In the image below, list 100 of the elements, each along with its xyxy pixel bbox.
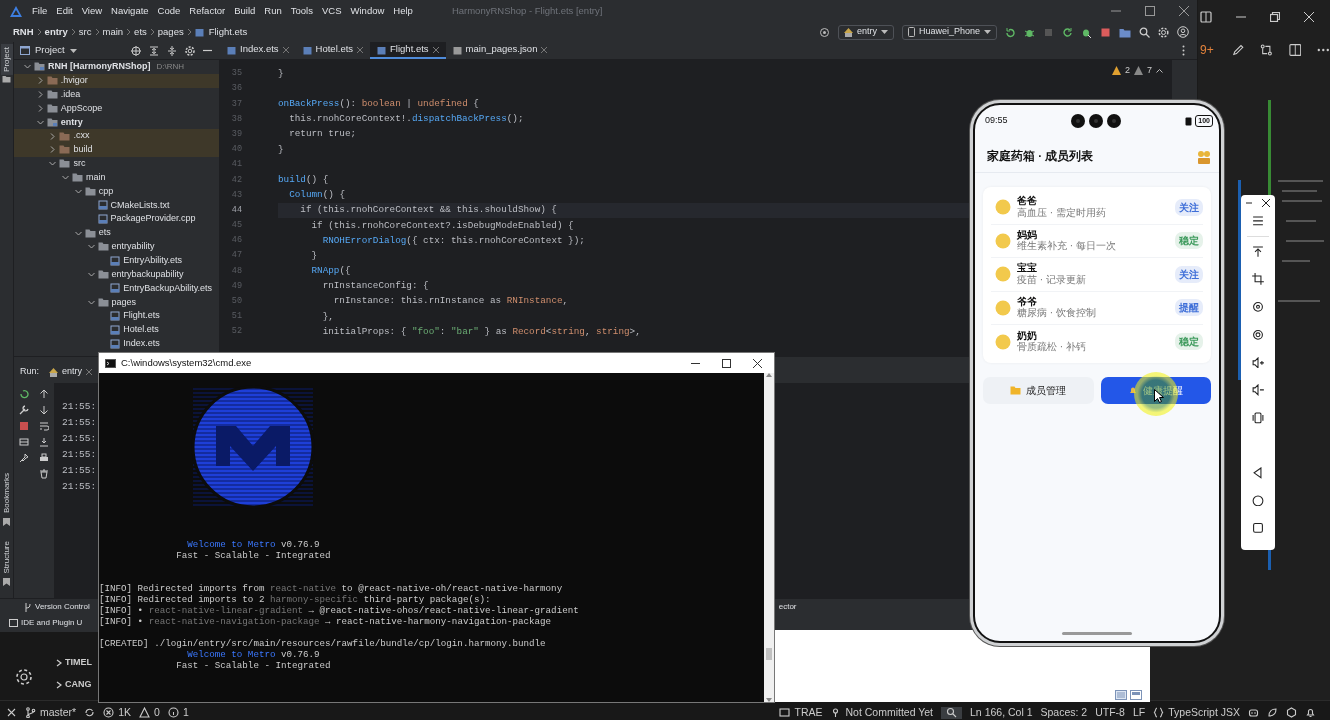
breadcrumb-item[interactable]: entry <box>44 24 68 40</box>
arrow-down-icon[interactable] <box>39 405 49 415</box>
bookmark-icon[interactable] <box>3 578 10 586</box>
tree-item[interactable]: Hotel.ets <box>14 323 219 337</box>
line-ending[interactable]: LF <box>1132 707 1146 718</box>
tree-item[interactable]: EntryBackupAbility.ets <box>14 281 219 296</box>
editor-tab[interactable]: Flight.ets <box>370 42 446 59</box>
shake-icon[interactable] <box>1252 412 1264 424</box>
grid-view-icon[interactable] <box>1130 690 1142 700</box>
breadcrumb-item[interactable]: Flight.ets <box>208 24 248 40</box>
project-view-dropdown[interactable]: Project <box>35 43 65 58</box>
breadcrumb-item[interactable]: main <box>102 24 124 40</box>
chevron-icon[interactable] <box>24 63 31 71</box>
tree-item[interactable]: pages <box>14 295 219 310</box>
more-icon[interactable] <box>1182 45 1185 56</box>
chevron-icon[interactable] <box>87 298 95 306</box>
stop-icon[interactable] <box>19 421 29 431</box>
device-dropdown[interactable]: Huawei_Phone <box>901 24 997 40</box>
menu-item[interactable]: Edit <box>56 3 73 19</box>
rerun-icon[interactable] <box>19 389 29 399</box>
chevron-icon[interactable] <box>36 118 44 126</box>
tree-item[interactable]: PackageProvider.cpp <box>14 212 219 227</box>
tree-item[interactable]: build <box>14 143 219 157</box>
refresh-icon[interactable] <box>1062 26 1073 38</box>
recents-icon[interactable] <box>1252 522 1264 535</box>
pin-icon[interactable] <box>19 453 29 463</box>
tree-item[interactable]: entrybackupability <box>14 267 219 282</box>
warning-count[interactable]: 0 <box>154 707 160 718</box>
warning-count[interactable]: 2 <box>1124 64 1130 78</box>
tree-item[interactable]: CMakeLists.txt <box>14 198 219 213</box>
branch-icon[interactable] <box>25 707 36 718</box>
tree-item[interactable]: entry <box>14 115 219 130</box>
sync-icon[interactable] <box>84 707 96 718</box>
more-icon[interactable] <box>1317 48 1330 52</box>
status-item[interactable]: TRAE <box>794 707 823 718</box>
bookmark-icon[interactable] <box>3 517 10 526</box>
compare-icon[interactable] <box>1260 43 1273 57</box>
back-icon[interactable] <box>1252 466 1264 479</box>
breadcrumb-item[interactable]: ets <box>134 24 147 40</box>
branch-name[interactable]: master* <box>40 707 77 718</box>
account-icon[interactable] <box>1177 26 1189 38</box>
member-row[interactable]: 爸爸 高血压 · 需定时用药 关注 <box>991 191 1203 225</box>
settings-icon[interactable] <box>1158 26 1169 38</box>
section-header[interactable]: CANG <box>56 674 92 696</box>
trash-icon[interactable] <box>39 469 49 479</box>
member-row[interactable]: 奶奶 骨质疏松 · 补钙 稳定 <box>991 325 1203 359</box>
chevron-icon[interactable] <box>87 243 95 251</box>
print-icon[interactable] <box>39 453 49 463</box>
indentation[interactable]: Spaces: 2 <box>1040 707 1088 718</box>
tree-item[interactable]: EntryAbility.ets <box>14 253 219 268</box>
rotate-icon[interactable] <box>1252 328 1264 341</box>
close-icon[interactable] <box>753 358 762 368</box>
run-config-dropdown[interactable]: entry <box>837 24 894 40</box>
tree-item[interactable]: .cxx <box>14 129 219 144</box>
pencil-icon[interactable] <box>1231 43 1245 57</box>
chevron-icon[interactable] <box>49 132 57 140</box>
manage-button[interactable]: 成员管理 <box>983 376 1094 404</box>
rotate-icon[interactable] <box>1252 301 1264 313</box>
menu-item[interactable]: Tools <box>290 3 313 19</box>
search-icon[interactable] <box>1139 26 1150 38</box>
tree-item[interactable]: AppScope <box>14 101 219 116</box>
remote-icon[interactable] <box>6 707 17 718</box>
rerun-icon[interactable] <box>1005 26 1016 38</box>
member-row[interactable]: 宝宝 疫苗 · 记录更新 关注 <box>991 258 1203 292</box>
chevron-icon[interactable] <box>74 188 82 195</box>
tool-window-tab[interactable]: Project <box>0 44 13 75</box>
chevron-icon[interactable] <box>87 271 95 279</box>
menu-item[interactable]: Run <box>264 3 282 19</box>
breadcrumb-item[interactable]: RNH <box>13 24 34 40</box>
close-icon[interactable] <box>1262 199 1270 207</box>
menu-item[interactable]: Navigate <box>111 3 149 19</box>
tree-item[interactable]: entryability <box>14 239 219 254</box>
tree-item[interactable]: cpp <box>14 184 219 199</box>
restore-icon[interactable] <box>1270 12 1280 22</box>
search-icon[interactable] <box>946 707 958 718</box>
info-icon[interactable] <box>167 707 179 718</box>
member-row[interactable]: 爷爷 糖尿病 · 饮食控制 提醒 <box>991 291 1203 325</box>
editor-tab[interactable]: Index.ets <box>220 42 296 59</box>
trae-icon[interactable] <box>779 707 791 718</box>
editor-tab[interactable]: Hotel.ets <box>295 42 371 59</box>
breadcrumb-item[interactable]: pages <box>157 24 184 40</box>
chevron-up-icon[interactable] <box>1156 68 1163 74</box>
scrollbar-thumb[interactable] <box>766 648 772 660</box>
menu-icon[interactable] <box>1252 215 1264 227</box>
menu-item[interactable]: Window <box>350 3 385 19</box>
chevron-icon[interactable] <box>36 104 44 112</box>
soft-wrap-icon[interactable] <box>39 421 49 431</box>
info-count[interactable]: 1 <box>182 707 189 718</box>
volume-down-icon[interactable] <box>1252 384 1264 397</box>
weak-warning-icon[interactable] <box>1134 66 1143 76</box>
split-editor-icon[interactable] <box>1200 11 1212 23</box>
tool-window-tab[interactable]: ector <box>778 601 797 613</box>
breadcrumb-item[interactable]: src <box>78 24 92 40</box>
tree-item[interactable]: ets <box>14 226 219 240</box>
language-mode[interactable]: TypeScript JSX <box>1168 707 1240 718</box>
folder-icon[interactable] <box>1119 26 1131 38</box>
chevron-icon[interactable] <box>49 160 57 168</box>
hexagon-icon[interactable] <box>1286 707 1297 718</box>
tree-item[interactable]: .hvigor <box>14 73 219 88</box>
split-editor-icon[interactable] <box>1288 43 1302 57</box>
